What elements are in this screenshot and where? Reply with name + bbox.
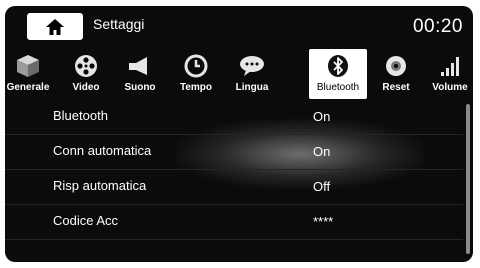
tab-label: Reset (382, 82, 410, 93)
tab-label: Generale (6, 82, 50, 93)
bluetooth-settings-list: Bluetooth On Conn automatica On Risp aut… (5, 99, 473, 262)
tab-bluetooth[interactable]: Bluetooth (309, 49, 367, 99)
tab-label: Bluetooth (316, 82, 360, 93)
cube-icon (17, 55, 39, 77)
tab-label: Video (72, 82, 100, 93)
tab-reset[interactable]: Reset (369, 49, 423, 99)
header-bar: Settaggi 00:20 (5, 6, 473, 46)
setting-name: Risp automatica (53, 178, 147, 193)
setting-value[interactable]: On (313, 109, 330, 124)
setting-value[interactable]: Off (313, 179, 330, 194)
bluetooth-icon (328, 55, 348, 77)
setting-value[interactable]: On (313, 144, 330, 159)
tab-label: Tempo (179, 82, 213, 93)
tab-tempo[interactable]: Tempo (169, 49, 223, 99)
setting-name: Codice Acc (53, 213, 119, 228)
film-reel-icon (75, 55, 97, 77)
home-icon (46, 18, 64, 35)
tab-label: Lingua (235, 82, 269, 93)
tab-lingua[interactable]: Lingua (225, 49, 279, 99)
tab-label: Volume (432, 82, 468, 93)
disc-icon (386, 56, 406, 76)
clock-icon (184, 54, 208, 78)
scrollbar[interactable] (466, 104, 470, 254)
setting-name: Bluetooth (53, 108, 108, 123)
page-title: Settaggi (93, 16, 145, 32)
settings-tab-bar: Generale Video Suono Tempo Lingua Blueto… (5, 49, 473, 99)
setting-row-conn-automatica[interactable]: Conn automatica On (5, 134, 463, 170)
setting-value[interactable]: **** (313, 214, 333, 229)
tab-generale[interactable]: Generale (5, 49, 55, 99)
tab-label: Suono (124, 82, 156, 93)
speaker-icon (129, 57, 147, 75)
setting-row-risp-automatica[interactable]: Risp automatica Off (5, 169, 463, 205)
setting-row-bluetooth[interactable]: Bluetooth On (5, 99, 463, 135)
clock-display: 00:20 (412, 16, 463, 37)
home-button[interactable] (27, 13, 83, 40)
tab-video[interactable]: Video (59, 49, 113, 99)
setting-row-codice-acc[interactable]: Codice Acc **** (5, 204, 463, 240)
setting-name: Conn automatica (53, 143, 152, 158)
settings-screen: Settaggi 00:20 Generale Video Suono Temp… (5, 6, 473, 262)
volume-bars-icon (441, 57, 459, 76)
speech-bubble-icon (240, 56, 264, 76)
tab-suono[interactable]: Suono (113, 49, 167, 99)
tab-volume[interactable]: Volume (423, 49, 473, 99)
